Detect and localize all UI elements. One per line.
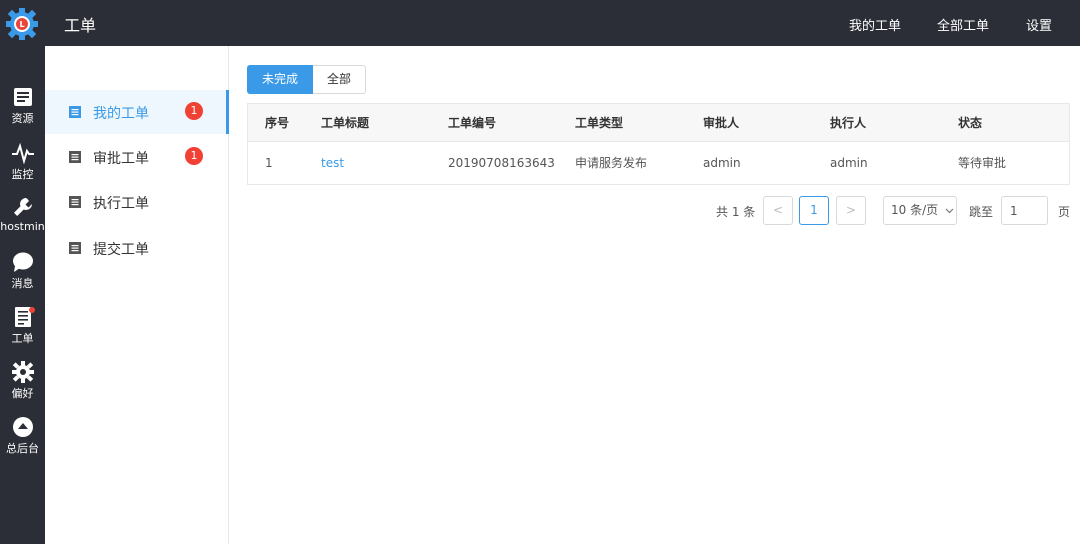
rail-item-label: hostmin bbox=[0, 220, 45, 233]
rail-item-monitor[interactable]: 监控 bbox=[0, 142, 45, 192]
top-nav-settings[interactable]: 设置 bbox=[1026, 15, 1052, 34]
column-header[interactable]: 序号 bbox=[265, 104, 289, 142]
app-rail: L 资源 监控 hostmin 消息 工单 偏好 总后台 bbox=[0, 0, 45, 544]
prev-page-button[interactable]: < bbox=[763, 196, 793, 225]
side-menu: 我的工单 1 审批工单 1 执行工单 提交工单 bbox=[45, 46, 229, 544]
column-header[interactable]: 工单编号 bbox=[448, 104, 496, 142]
pulse-icon bbox=[11, 142, 34, 164]
page-label: 页 bbox=[1058, 205, 1071, 219]
menu-item-execute-tickets[interactable]: 执行工单 bbox=[45, 180, 229, 224]
page-size-value: 10 条/页 bbox=[891, 203, 939, 217]
ticket-title-link[interactable]: test bbox=[321, 142, 344, 184]
chevron-down-icon bbox=[945, 208, 954, 214]
count-badge: 1 bbox=[185, 147, 203, 165]
chevron-right-icon: > bbox=[845, 203, 857, 217]
document-icon bbox=[69, 242, 81, 254]
status-text: 等待审批 bbox=[958, 156, 1007, 170]
tab-incomplete[interactable]: 未完成 bbox=[247, 65, 314, 94]
menu-item-label: 提交工单 bbox=[93, 242, 149, 258]
rail-item-label: 总后台 bbox=[6, 442, 39, 455]
tab-all[interactable]: 全部 bbox=[313, 65, 367, 94]
filter-tabs: 未完成 全部 bbox=[247, 65, 367, 94]
column-header[interactable]: 执行人 bbox=[830, 104, 866, 142]
pagination-total: 共 1 条 bbox=[716, 205, 756, 219]
count-badge: 1 bbox=[185, 102, 203, 120]
gear-icon bbox=[11, 361, 34, 383]
rail-item-messages[interactable]: 消息 bbox=[0, 251, 45, 301]
page-size-select[interactable]: 10 条/页 bbox=[883, 196, 957, 225]
page-title: 工单 bbox=[64, 16, 97, 35]
table-row[interactable]: 1 test 20190708163643 申请服务发布 admin admin… bbox=[248, 142, 1069, 184]
table-cell: 1 bbox=[265, 156, 273, 170]
wrench-icon bbox=[13, 198, 32, 216]
menu-item-label: 执行工单 bbox=[93, 196, 149, 212]
column-header[interactable]: 审批人 bbox=[703, 104, 739, 142]
document-icon bbox=[69, 196, 81, 208]
tickets-table: 序号 工单标题 工单编号 工单类型 审批人 执行人 状态 1 test 2019… bbox=[247, 103, 1070, 185]
table-cell: admin bbox=[830, 156, 868, 170]
rail-item-resource[interactable]: 资源 bbox=[0, 86, 45, 136]
svg-text:L: L bbox=[19, 20, 24, 29]
rail-item-tickets[interactable]: 工单 bbox=[0, 306, 45, 356]
menu-item-submit-tickets[interactable]: 提交工单 bbox=[45, 226, 229, 270]
next-page-button[interactable]: > bbox=[836, 196, 866, 225]
rail-item-label: 资源 bbox=[11, 112, 34, 125]
app-logo-icon[interactable]: L bbox=[4, 6, 40, 42]
jump-page-input[interactable] bbox=[1001, 196, 1048, 225]
column-header[interactable]: 状态 bbox=[958, 104, 982, 142]
menu-item-label: 我的工单 bbox=[93, 106, 149, 122]
document-icon bbox=[69, 151, 81, 163]
rail-item-label: 工单 bbox=[11, 332, 34, 345]
rail-item-label: 监控 bbox=[11, 168, 34, 181]
menu-item-approval-tickets[interactable]: 审批工单 1 bbox=[45, 135, 229, 179]
jump-label: 跳至 bbox=[969, 205, 994, 219]
rail-item-preferences[interactable]: 偏好 bbox=[0, 361, 45, 411]
chat-bubble-icon bbox=[12, 252, 33, 272]
column-header[interactable]: 工单类型 bbox=[575, 104, 623, 142]
up-arrow-circle-icon bbox=[12, 417, 33, 437]
document-icon bbox=[69, 106, 81, 118]
table-cell: admin bbox=[703, 156, 741, 170]
top-nav-all-tickets[interactable]: 全部工单 bbox=[937, 15, 989, 34]
notification-dot bbox=[29, 307, 35, 313]
table-cell: 申请服务发布 bbox=[575, 156, 648, 170]
table-header: 序号 工单标题 工单编号 工单类型 审批人 执行人 状态 bbox=[248, 104, 1069, 142]
resource-icon bbox=[13, 88, 32, 106]
column-header[interactable]: 工单标题 bbox=[321, 104, 369, 142]
page-button[interactable]: 1 bbox=[799, 196, 829, 225]
rail-item-hostmin[interactable]: hostmin bbox=[0, 196, 45, 246]
menu-item-my-tickets[interactable]: 我的工单 1 bbox=[45, 90, 229, 134]
rail-item-admin[interactable]: 总后台 bbox=[0, 416, 45, 466]
rail-item-label: 消息 bbox=[11, 277, 34, 290]
menu-item-label: 审批工单 bbox=[93, 151, 149, 167]
table-cell: 20190708163643 bbox=[448, 156, 555, 170]
top-bar: 工单 我的工单 全部工单 设置 bbox=[45, 0, 1080, 46]
chevron-left-icon: < bbox=[772, 203, 784, 217]
top-nav-my-tickets[interactable]: 我的工单 bbox=[849, 15, 901, 34]
rail-item-label: 偏好 bbox=[11, 387, 34, 400]
